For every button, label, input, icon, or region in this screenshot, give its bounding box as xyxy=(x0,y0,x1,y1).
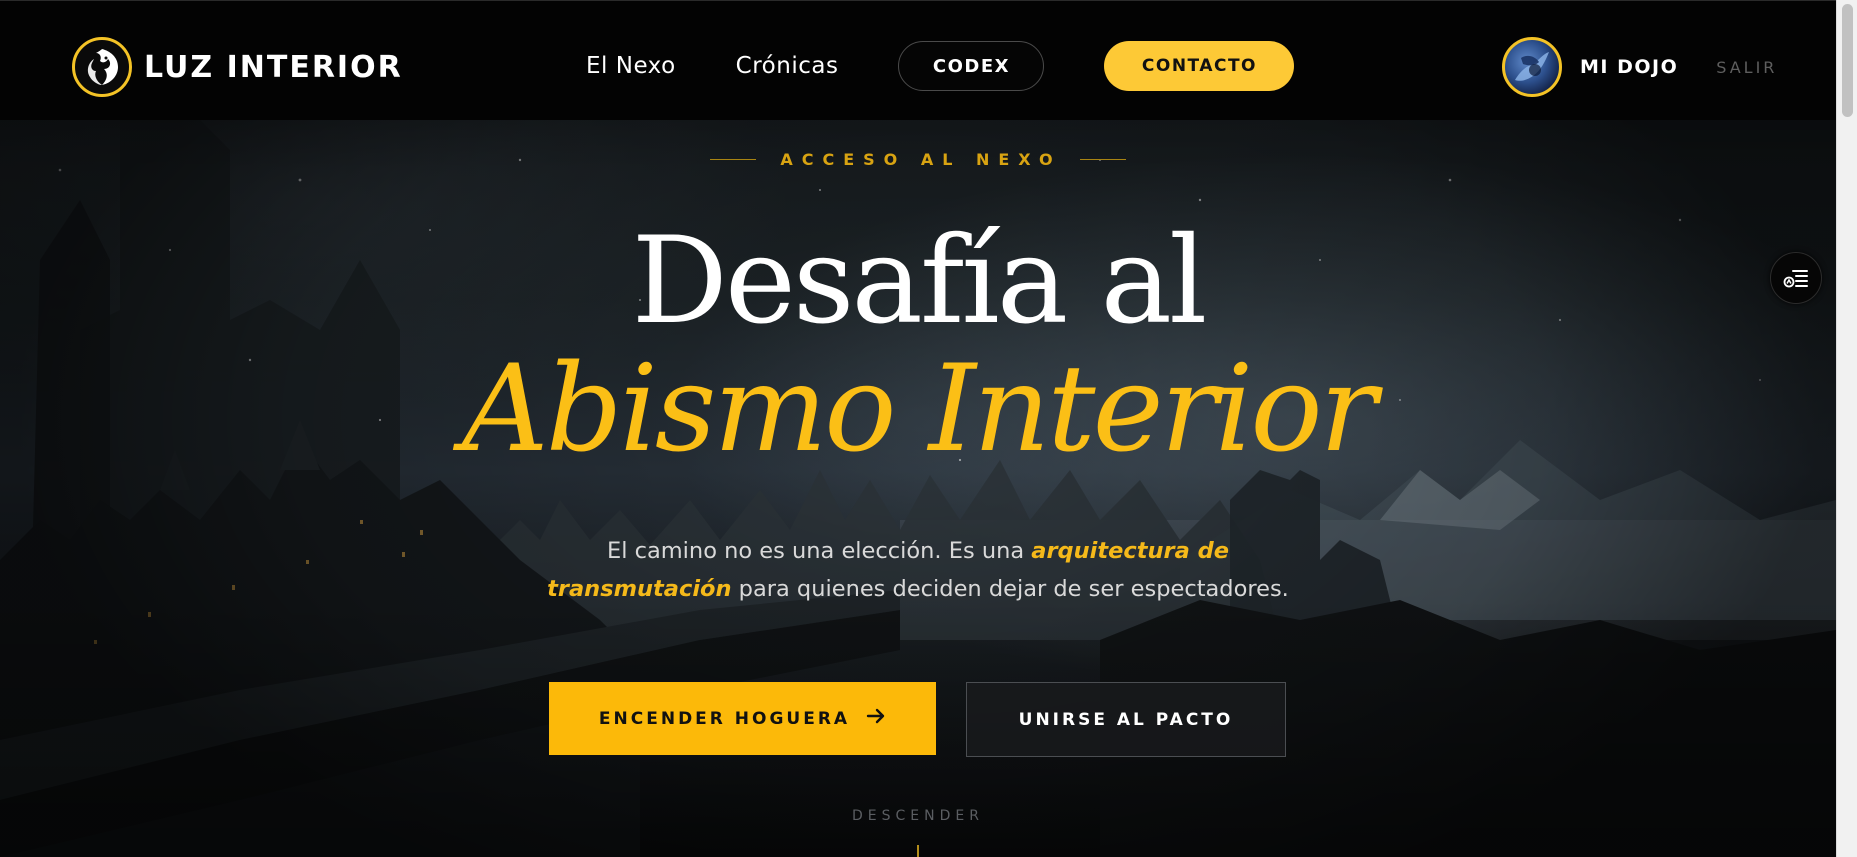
nav-item-el-nexo[interactable]: El Nexo xyxy=(586,53,676,79)
subtitle-text-1: El camino no es una elección. Es una xyxy=(606,538,1032,564)
join-pact-button[interactable]: UNIRSE AL PACTO xyxy=(966,682,1286,757)
arrow-right-icon xyxy=(866,707,886,730)
page: LUZ INTERIOR El Nexo Crónicas CODEX CONT… xyxy=(0,0,1857,857)
codex-button[interactable]: CODEX xyxy=(898,41,1045,91)
main-nav: El Nexo Crónicas CODEX CONTACTO xyxy=(586,41,1295,91)
top-navigation-bar: LUZ INTERIOR El Nexo Crónicas CODEX CONT… xyxy=(0,0,1836,120)
hero-eyebrow: ACCESO AL NEXO xyxy=(0,150,1836,169)
hero-subtitle: El camino no es una elección. Es una arq… xyxy=(518,532,1318,608)
light-bonfire-button[interactable]: ENCENDER HOGUERA xyxy=(549,682,936,755)
light-bonfire-label: ENCENDER HOGUERA xyxy=(598,708,851,729)
brand-name: LUZ INTERIOR xyxy=(144,49,403,85)
reading-list-icon[interactable] xyxy=(1770,252,1822,304)
hero-title-line-2: Abismo Interior xyxy=(462,340,1377,479)
user-avatar[interactable] xyxy=(1502,37,1562,97)
eyebrow-right-rule xyxy=(1079,159,1126,160)
eyebrow-left-rule xyxy=(710,159,757,160)
hero-cta-row: ENCENDER HOGUERA UNIRSE AL PACTO xyxy=(549,682,1286,757)
user-area: MI DOJO SALIR xyxy=(1502,37,1777,97)
nav-item-cronicas[interactable]: Crónicas xyxy=(736,53,839,79)
contact-button[interactable]: CONTACTO xyxy=(1104,41,1295,91)
scroll-hint[interactable]: DESCENDER xyxy=(0,808,1836,824)
logout-link[interactable]: SALIR xyxy=(1716,58,1777,77)
brand-home-link[interactable]: LUZ INTERIOR xyxy=(72,37,403,97)
scroll-indicator-line xyxy=(917,845,919,857)
user-dojo-link[interactable]: MI DOJO xyxy=(1580,56,1678,78)
subtitle-text-2: para quienes deciden dejar de ser espect… xyxy=(731,576,1289,602)
eyebrow-text: ACCESO AL NEXO xyxy=(780,150,1062,169)
hero-title-line-1: Desafía al xyxy=(631,212,1208,351)
dragon-icon xyxy=(72,37,132,97)
page-scrollbar[interactable] xyxy=(1836,0,1857,857)
scrollbar-thumb[interactable] xyxy=(1842,4,1853,117)
